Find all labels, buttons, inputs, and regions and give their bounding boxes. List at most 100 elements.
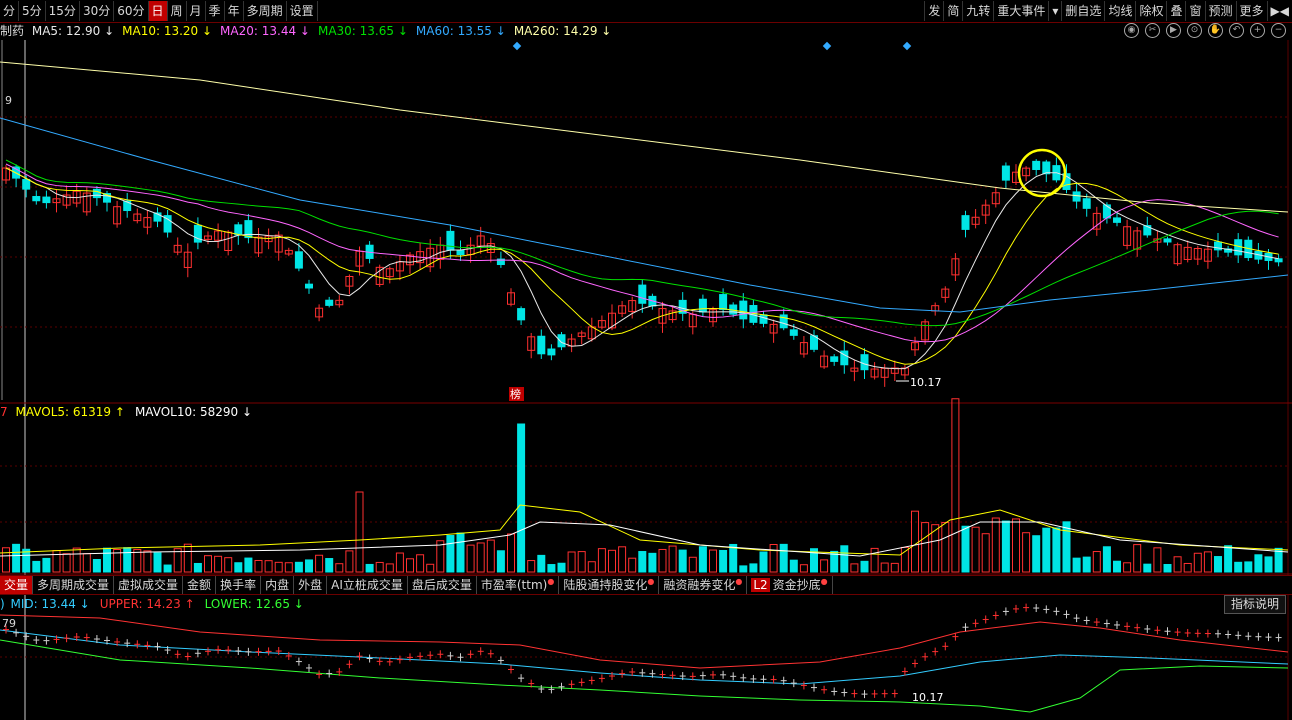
volume-bar [648, 552, 657, 573]
volume-legend-item-0: MAVOL5: 61319 ↑ [15, 405, 125, 419]
candle-body [92, 188, 101, 199]
indicator-tab-7[interactable]: AI立桩成交量 [327, 576, 408, 594]
indicator-help-button[interactable]: 指标说明 [1223, 595, 1286, 614]
volume-bar [385, 563, 394, 573]
indicator-tabs: 交量 多周期成交量 虚拟成交量 金额 换手率 内盘 外盘 AI立桩成交量 盘后成交量 市盈率(tt… [0, 575, 1292, 595]
volume-bar [264, 560, 273, 573]
volume-bar [244, 557, 253, 573]
volume-bar [486, 539, 495, 573]
event-diamond-icon [902, 41, 912, 51]
volume-bar [577, 551, 586, 573]
volume-bar [739, 565, 748, 573]
new-dot-icon: ● [547, 577, 555, 586]
candle-body [1274, 258, 1283, 263]
volume-bar [1264, 556, 1273, 573]
candle-body [1042, 161, 1051, 175]
candle-body [1082, 198, 1091, 209]
candle-body [446, 230, 455, 251]
candle-body [537, 335, 546, 355]
volume-bar [133, 549, 142, 573]
volume-bar [476, 542, 485, 573]
volume-bar [971, 526, 980, 573]
candle-body [1163, 238, 1172, 243]
volume-bar [991, 517, 1000, 573]
volume-bar [921, 522, 930, 573]
volume-bar [587, 561, 596, 573]
volume-bar [406, 558, 414, 573]
volume-bar [1153, 547, 1162, 573]
candle-body [325, 299, 334, 306]
volume-bar [163, 564, 172, 573]
candle-body [789, 329, 798, 336]
candle-body [860, 354, 869, 371]
volume-bar [325, 558, 334, 573]
kline-chart[interactable]: 9 10.17 榜 79 10.17 [0, 0, 1292, 720]
volume-bar [1244, 561, 1253, 573]
volume-bar [1123, 562, 1132, 573]
volume-bar [395, 552, 404, 573]
volume-bar [850, 563, 859, 573]
volume-bar [365, 563, 374, 573]
boll-upper-line [0, 614, 1289, 669]
indicator-tab-8[interactable]: 盘后成交量 [408, 576, 477, 594]
new-dot-icon: ● [647, 577, 655, 586]
l2-badge: L2 [751, 578, 770, 592]
volume-bar [22, 548, 31, 573]
low-price-label: 10.17 [910, 376, 942, 389]
volume-bar [820, 559, 829, 573]
indicator-tab-1[interactable]: 多周期成交量 [33, 576, 115, 594]
volume-bar [1032, 535, 1041, 573]
indicator-tab-9[interactable]: 市盈率(ttm)● [477, 576, 560, 594]
volume-bar [759, 551, 768, 573]
ma60-line [0, 117, 1289, 313]
boll-low-label: 10.17 [912, 691, 944, 704]
volume-bar [1183, 562, 1192, 573]
indicator-tab-3[interactable]: 金额 [183, 576, 217, 594]
volume-bar [426, 563, 435, 573]
volume-bar [870, 547, 879, 573]
indicator-tab-4[interactable]: 换手率 [216, 576, 262, 594]
volume-bar [1173, 556, 1182, 573]
volume-bar [618, 546, 627, 573]
indicator-tab-10[interactable]: 陆股通持股变化● [559, 576, 660, 594]
volume-bar [890, 562, 899, 573]
volume-bar [1022, 532, 1031, 573]
volume-bar [1001, 520, 1010, 573]
indicator-tab-12[interactable]: L2 资金抄底● [747, 576, 833, 594]
volume-bar [709, 549, 717, 573]
volume-bar [1092, 551, 1101, 573]
new-dot-icon: ● [735, 577, 743, 586]
volume-bar [1102, 546, 1111, 573]
indicator-tab-11[interactable]: 融资融券变化● [659, 576, 748, 594]
volume-bar [1224, 545, 1233, 573]
volume-bar [234, 562, 243, 573]
new-dot-icon: ● [820, 577, 828, 586]
boll-legend-item-1: UPPER: 14.23 ↑ [99, 597, 195, 611]
candle-body [547, 348, 556, 356]
indicator-tab-5[interactable]: 内盘 [261, 576, 295, 594]
volume-legend: 7 MAVOL5: 61319 ↑ MAVOL10: 58290 ↓ [0, 404, 272, 420]
volume-bar [779, 543, 788, 573]
indicator-tab-6[interactable]: 外盘 [294, 576, 328, 594]
volume-bar [547, 564, 556, 573]
volume-bar [284, 562, 293, 573]
volume-bar [32, 560, 41, 573]
indicator-tab-0[interactable]: 交量 [0, 576, 34, 594]
volume-bar [1113, 560, 1121, 573]
volume-bar [214, 555, 223, 573]
volume-bar [688, 556, 697, 573]
ma10-line [5, 167, 1279, 365]
volume-bar [698, 546, 707, 573]
volume-bar [153, 552, 162, 573]
volume-bar [103, 547, 111, 573]
volume-bar [224, 557, 233, 573]
indicator-tab-2[interactable]: 虚拟成交量 [114, 576, 184, 594]
volume-bar [1082, 556, 1091, 573]
candle-body [32, 196, 41, 202]
candle-body [305, 283, 313, 289]
volume-bar [789, 559, 798, 573]
event-diamond-icon [512, 41, 522, 51]
volume-bar [1254, 554, 1263, 573]
volume-bar [749, 563, 758, 573]
volume-bar [597, 548, 606, 573]
